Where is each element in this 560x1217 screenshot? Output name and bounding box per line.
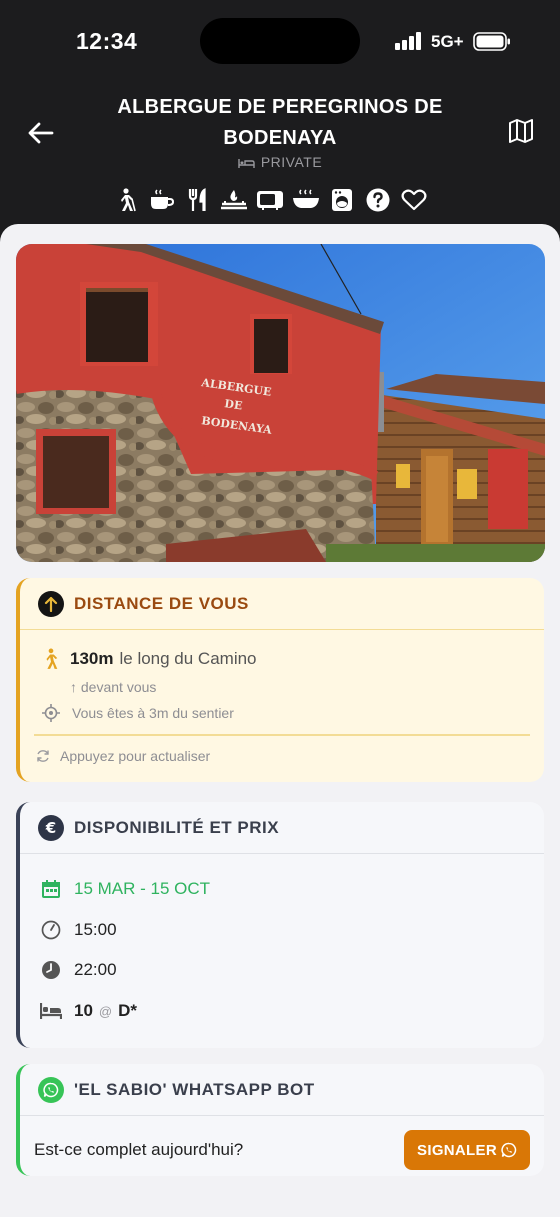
availability-header: € DISPONIBILITÉ ET PRIX (20, 802, 544, 854)
whatsapp-title: 'EL SABIO' WHATSAPP BOT (74, 1079, 315, 1099)
bed-icon (238, 158, 255, 168)
battery-icon (473, 32, 510, 51)
back-arrow-icon[interactable] (26, 118, 56, 148)
location-target-icon (42, 704, 60, 722)
app-header: ALBERGUE DE PEREGRINOS DE BODENAYA PRIVA… (0, 84, 560, 234)
map-icon[interactable] (508, 118, 534, 144)
whatsapp-header: 'EL SABIO' WHATSAPP BOT (20, 1064, 544, 1116)
network-label: 5G+ (431, 32, 464, 51)
whatsapp-icon (38, 1076, 64, 1103)
status-bar: 12:34 5G+ (0, 0, 560, 84)
favorite-icon[interactable] (396, 186, 432, 214)
distance-value-row: 130m le long du Camino (42, 648, 257, 670)
distance-card[interactable]: DISTANCE DE VOUS 130m le long du Camino … (16, 578, 544, 782)
trail-distance: Vous êtes à 3m du sentier (72, 705, 234, 721)
status-time: 12:34 (76, 28, 138, 54)
report-button[interactable]: SIGNALER (404, 1130, 530, 1170)
arrow-up-circle-icon (38, 590, 64, 617)
distance-along: le long du Camino (119, 649, 257, 668)
checkin-time: 15:00 (74, 920, 117, 939)
microwave-icon[interactable] (252, 186, 288, 214)
page-title: ALBERGUE DE PEREGRINOS DE BODENAYA (117, 96, 443, 149)
distance-value: 130m (70, 649, 114, 668)
clock-filled-icon (40, 959, 62, 981)
washer-icon[interactable] (324, 186, 360, 214)
refresh-label: Appuyez pour actualiser (60, 748, 211, 764)
beds-price-row: 10 @ D* (40, 1000, 137, 1022)
checkin-row: 15:00 (40, 919, 117, 941)
closing-time: 22:00 (74, 960, 117, 979)
trail-distance-row: Vous êtes à 3m du sentier (42, 704, 234, 722)
coffee-icon[interactable] (144, 186, 180, 214)
albergue-photo[interactable]: ALBERGUE DE BODENAYA (16, 244, 545, 562)
season-row: 15 MAR - 15 OCT (40, 878, 210, 900)
price: D* (118, 1001, 138, 1020)
at-symbol: @ (98, 1003, 113, 1019)
refresh-icon (37, 750, 49, 762)
report-button-label: SIGNALER (417, 1141, 497, 1159)
whatsapp-card: 'EL SABIO' WHATSAPP BOT Est-ce complet a… (16, 1064, 544, 1176)
availability-title: DISPONIBILITÉ ET PRIX (74, 817, 280, 837)
refresh-row[interactable]: Appuyez pour actualiser (36, 748, 210, 764)
restaurant-icon[interactable] (180, 186, 216, 214)
distance-title: DISTANCE DE VOUS (74, 593, 249, 613)
full-question: Est-ce complet aujourd'hui? (34, 1140, 244, 1159)
dynamic-island (200, 18, 360, 64)
clock-icon (40, 919, 62, 941)
euro-icon: € (38, 814, 64, 841)
bed-icon (40, 1000, 62, 1022)
season-dates: 15 MAR - 15 OCT (74, 879, 211, 898)
sign-line-2: DE (224, 397, 244, 412)
help-icon[interactable] (360, 186, 396, 214)
signal-icon (395, 32, 425, 50)
distance-direction: ↑ devant vous (70, 679, 157, 695)
stove-icon[interactable] (216, 186, 252, 214)
albergue-type-label: PRIVATE (260, 154, 323, 170)
whatsapp-icon (501, 1142, 517, 1158)
divider (34, 734, 530, 736)
walker-icon[interactable] (108, 186, 144, 214)
bed-count: 10 (74, 1001, 93, 1020)
availability-card: € DISPONIBILITÉ ET PRIX 15 MAR - 15 OCT … (16, 802, 544, 1048)
calendar-icon (40, 878, 62, 900)
dinner-icon[interactable] (288, 186, 324, 214)
distance-header: DISTANCE DE VOUS (20, 578, 544, 630)
walker-icon (46, 648, 58, 669)
amenities-row (108, 186, 432, 214)
closing-row: 22:00 (40, 959, 117, 981)
detail-sheet: ALBERGUE DE BODENAYA DISTANCE DE VOUS 13… (0, 224, 560, 1217)
albergue-type: PRIVATE (0, 154, 560, 170)
